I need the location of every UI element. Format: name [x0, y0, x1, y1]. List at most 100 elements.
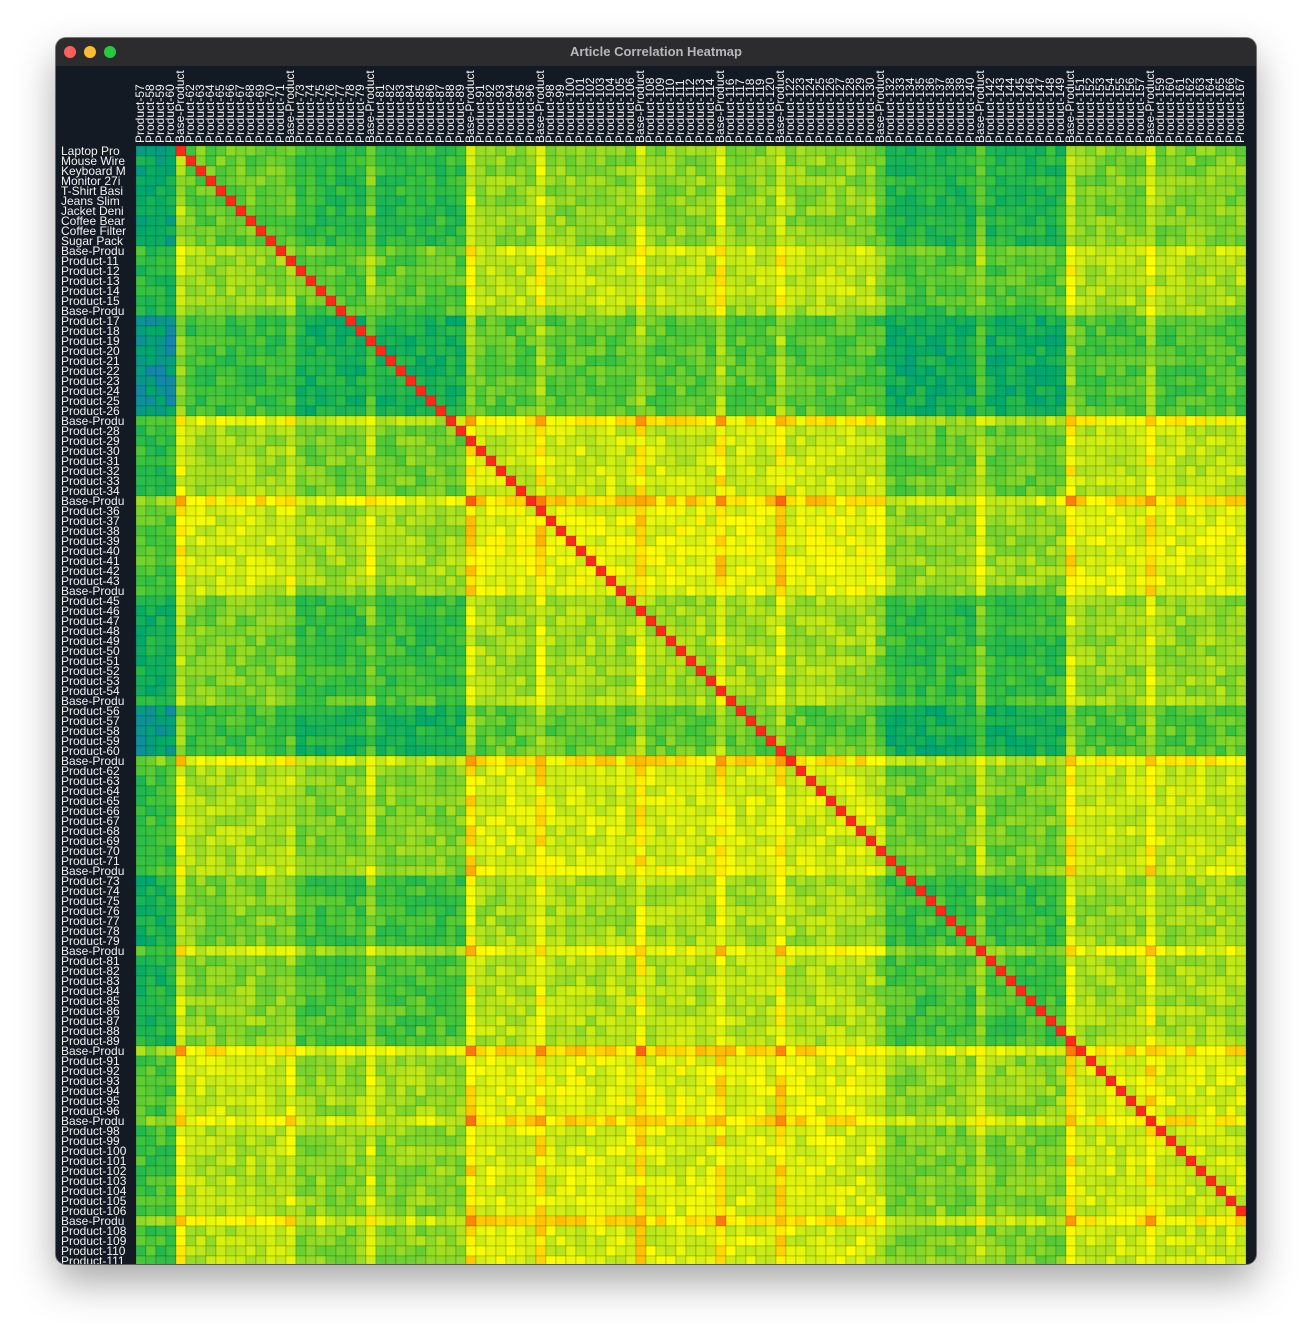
heatmap-cell	[1045, 475, 1057, 487]
heatmap-cell	[1095, 205, 1107, 217]
heatmap-cell	[495, 345, 507, 357]
heatmap-cell	[1015, 255, 1027, 267]
heatmap-cell	[235, 445, 247, 457]
heatmap-cell	[565, 295, 577, 307]
heatmap-cell	[315, 545, 327, 557]
heatmap-cell	[945, 235, 957, 247]
heatmap-cell	[875, 495, 887, 507]
heatmap-cell	[1235, 415, 1246, 427]
heatmap-cell	[465, 305, 477, 317]
heatmap-cell	[835, 175, 847, 187]
heatmap-cell	[1045, 335, 1057, 347]
heatmap-cell	[645, 335, 657, 347]
heatmap-cell	[195, 555, 207, 567]
heatmap-cell	[775, 245, 787, 257]
heatmap-cell	[665, 295, 677, 307]
heatmap-cell	[1225, 285, 1237, 297]
heatmap-cell	[995, 225, 1007, 237]
heatmap-cell	[595, 405, 607, 417]
heatmap-cell	[1195, 525, 1207, 537]
heatmap-cell	[1185, 225, 1197, 237]
heatmap-cell	[1115, 415, 1127, 427]
heatmap-cell	[505, 345, 517, 357]
heatmap-cell	[685, 425, 697, 437]
heatmap-cell	[695, 475, 707, 487]
heatmap-cell	[325, 495, 337, 507]
heatmap-cell	[925, 335, 937, 347]
heatmap-cell	[615, 375, 627, 387]
heatmap-cell	[1135, 385, 1147, 397]
heatmap-cell	[1045, 155, 1057, 167]
heatmap-cell	[925, 485, 937, 497]
heatmap-cell	[225, 215, 237, 227]
heatmap-cell	[765, 265, 777, 277]
heatmap-cell	[145, 355, 157, 367]
heatmap-cell	[885, 365, 897, 377]
heatmap-cell	[735, 465, 747, 477]
heatmap-cell	[225, 255, 237, 267]
heatmap-cell	[1175, 355, 1187, 367]
heatmap-cell	[445, 335, 457, 347]
heatmap-cell	[665, 545, 677, 557]
heatmap-cell	[1145, 146, 1157, 157]
heatmap-cell	[425, 415, 437, 427]
heatmap-cell	[1105, 305, 1117, 317]
heatmap-cell	[325, 395, 337, 407]
heatmap-cell	[295, 165, 307, 177]
heatmap-cell	[325, 535, 337, 547]
heatmap-cell	[215, 365, 227, 377]
heatmap-cell	[325, 315, 337, 327]
heatmap-cell	[375, 265, 387, 277]
heatmap-cell	[465, 365, 477, 377]
heatmap-cell	[145, 275, 157, 287]
heatmap-cell	[465, 325, 477, 337]
heatmap-cell	[425, 485, 437, 497]
heatmap-cell	[1165, 505, 1177, 517]
heatmap-cell	[955, 385, 967, 397]
heatmap-cell	[685, 295, 697, 307]
heatmap-cell	[635, 515, 647, 527]
heatmap-cell	[745, 385, 757, 397]
heatmap-cell	[635, 235, 647, 247]
heatmap-cell	[655, 305, 667, 317]
heatmap-cell	[755, 455, 767, 467]
heatmap-cell	[165, 405, 177, 417]
heatmap-cell	[185, 395, 197, 407]
heatmap-cell	[495, 585, 507, 597]
heatmap-cell	[935, 175, 947, 187]
heatmap-cell	[595, 255, 607, 267]
heatmap-cell	[935, 165, 947, 177]
heatmap-cell	[915, 205, 927, 217]
heatmap-cell	[945, 175, 957, 187]
heatmap-cell	[465, 355, 477, 367]
heatmap-cell	[335, 165, 347, 177]
heatmap-cell	[825, 565, 837, 577]
heatmap-cell	[575, 235, 587, 247]
heatmap-cell	[865, 295, 877, 307]
heatmap-cell	[375, 575, 387, 587]
heatmap-cell	[355, 325, 367, 337]
heatmap-cell	[885, 455, 897, 467]
heatmap-cell	[485, 485, 497, 497]
heatmap-cell	[855, 445, 867, 457]
heatmap-cell	[365, 545, 377, 557]
heatmap-cell	[265, 245, 277, 257]
heatmap-cell	[1105, 535, 1117, 547]
heatmap-cell	[485, 146, 497, 157]
heatmap-cell	[395, 146, 407, 157]
heatmap-cell	[255, 465, 267, 477]
heatmap-cell	[1115, 215, 1127, 227]
heatmap-cell	[1105, 435, 1117, 447]
heatmap-cell	[475, 155, 487, 167]
heatmap-cell	[235, 365, 247, 377]
heatmap-cell	[295, 355, 307, 367]
heatmap-cell	[635, 345, 647, 357]
heatmap-cell	[175, 425, 187, 437]
heatmap-cell	[635, 385, 647, 397]
heatmap-cell	[1065, 545, 1077, 557]
heatmap-cell	[1125, 365, 1137, 377]
heatmap-cell	[345, 215, 357, 227]
heatmap-cell	[1115, 545, 1127, 557]
heatmap-cell	[715, 505, 727, 517]
heatmap-cell	[585, 315, 597, 327]
